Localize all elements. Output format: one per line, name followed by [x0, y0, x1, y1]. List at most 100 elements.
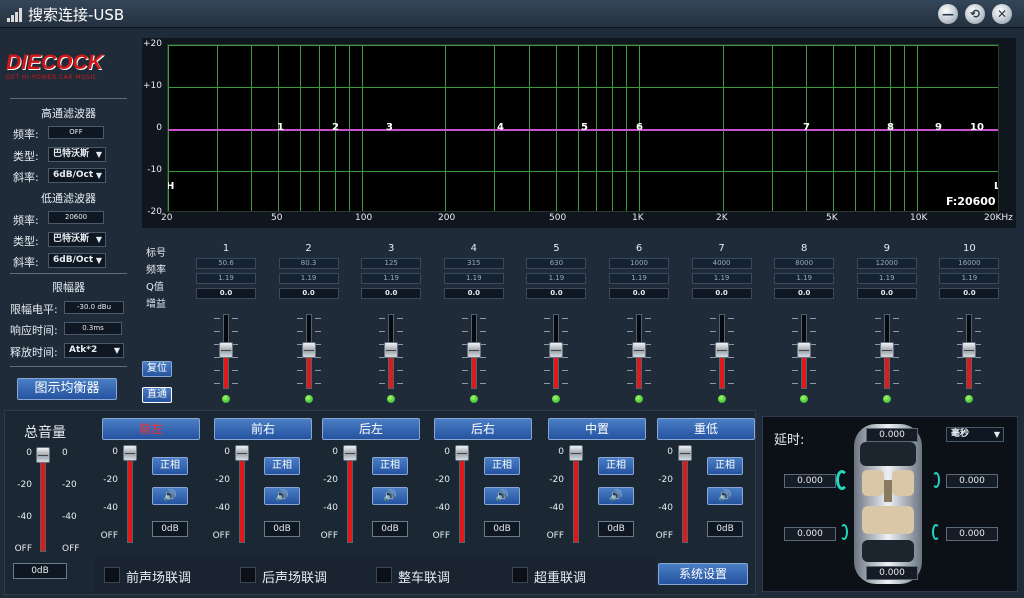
- output-channel-2-button[interactable]: 后左: [322, 418, 420, 440]
- eq-band-gain-field[interactable]: 0.0: [774, 288, 835, 299]
- eq-slider-knob[interactable]: [714, 342, 729, 358]
- phase-button[interactable]: 正相: [264, 457, 300, 475]
- output-volume-knob[interactable]: [455, 445, 469, 461]
- output-volume-knob[interactable]: [569, 445, 583, 461]
- output-volume-knob[interactable]: [123, 445, 137, 461]
- eq-point-marker[interactable]: 7: [803, 122, 810, 133]
- output-volume-slider[interactable]: [459, 447, 465, 543]
- lowpass-slope-select[interactable]: 6dB/Oct ▼: [48, 253, 106, 268]
- output-volume-slider[interactable]: [682, 447, 688, 543]
- master-volume-knob[interactable]: [36, 447, 50, 463]
- rear-left-speaker-icon[interactable]: [840, 524, 848, 540]
- output-volume-slider[interactable]: [239, 447, 245, 543]
- eq-slider-knob[interactable]: [384, 342, 399, 358]
- link-checkbox[interactable]: [240, 567, 256, 583]
- eq-band-freq-field[interactable]: 80.3: [278, 258, 339, 269]
- limiter-attack-field[interactable]: 0.3ms: [64, 322, 122, 335]
- eq-band-gain-field[interactable]: 0.0: [443, 288, 504, 299]
- mute-speaker-icon[interactable]: 🔊: [484, 487, 520, 505]
- eq-slider-knob[interactable]: [797, 342, 812, 358]
- output-volume-slider[interactable]: [347, 447, 353, 543]
- output-channel-3-button[interactable]: 后右: [434, 418, 532, 440]
- lowpass-freq-field[interactable]: 20600: [48, 211, 104, 224]
- lowpass-type-select[interactable]: 巴特沃斯 ▼: [48, 232, 106, 247]
- phase-button[interactable]: 正相: [484, 457, 520, 475]
- eq-band-q-field[interactable]: 1.19: [361, 273, 422, 284]
- eq-slider-knob[interactable]: [301, 342, 316, 358]
- eq-band-q-field[interactable]: 1.19: [774, 273, 835, 284]
- eq-band-freq-field[interactable]: 12000: [856, 258, 917, 269]
- output-volume-knob[interactable]: [235, 445, 249, 461]
- output-channel-1-button[interactable]: 前右: [214, 418, 312, 440]
- phase-button[interactable]: 正相: [152, 457, 188, 475]
- eq-point-marker[interactable]: 3: [386, 122, 393, 133]
- output-channel-5-button[interactable]: 重低: [657, 418, 755, 440]
- eq-band-freq-field[interactable]: 50.6: [196, 258, 256, 269]
- eq-point-marker[interactable]: 5: [581, 122, 588, 133]
- eq-point-marker[interactable]: 4: [497, 122, 504, 133]
- mute-speaker-icon[interactable]: 🔊: [598, 487, 634, 505]
- delay-bottom-field[interactable]: 0.000: [866, 566, 918, 580]
- eq-band-q-field[interactable]: 1.19: [856, 273, 917, 284]
- output-volume-slider[interactable]: [573, 447, 579, 543]
- eq-band-q-field[interactable]: 1.19: [609, 273, 669, 284]
- delay-top-field[interactable]: 0.000: [866, 428, 918, 442]
- rear-right-speaker-icon[interactable]: [932, 524, 940, 540]
- output-channel-4-button[interactable]: 中置: [548, 418, 646, 440]
- mute-speaker-icon[interactable]: 🔊: [372, 487, 408, 505]
- delay-rear-left-field[interactable]: 0.000: [784, 527, 836, 541]
- eq-band-freq-field[interactable]: 315: [443, 258, 504, 269]
- eq-slider-knob[interactable]: [962, 342, 977, 358]
- eq-band-gain-field[interactable]: 0.0: [526, 288, 587, 299]
- graphic-eq-button[interactable]: 图示均衡器: [17, 378, 117, 400]
- eq-reset-button[interactable]: 复位: [142, 361, 172, 377]
- link-checkbox[interactable]: [512, 567, 528, 583]
- refresh-button[interactable]: ⟲: [965, 4, 985, 24]
- mute-speaker-icon[interactable]: 🔊: [264, 487, 300, 505]
- eq-slider-knob[interactable]: [219, 342, 233, 358]
- delay-rear-right-field[interactable]: 0.000: [946, 527, 998, 541]
- highpass-slope-select[interactable]: 6dB/Oct ▼: [48, 168, 106, 183]
- output-channel-0-button[interactable]: 前左: [102, 418, 200, 440]
- eq-band-gain-field[interactable]: 0.0: [361, 288, 422, 299]
- link-checkbox[interactable]: [376, 567, 392, 583]
- eq-point-marker[interactable]: 8: [887, 122, 894, 133]
- eq-bypass-button[interactable]: 直通: [142, 387, 172, 403]
- eq-band-gain-field[interactable]: 0.0: [609, 288, 669, 299]
- eq-point-marker[interactable]: 2: [332, 122, 339, 133]
- eq-slider-knob[interactable]: [879, 342, 894, 358]
- eq-band-gain-field[interactable]: 0.0: [939, 288, 1000, 299]
- front-right-speaker-icon[interactable]: [932, 472, 940, 488]
- close-button[interactable]: ✕: [992, 4, 1012, 24]
- delay-front-right-field[interactable]: 0.000: [946, 474, 998, 488]
- mute-speaker-icon[interactable]: 🔊: [152, 487, 188, 505]
- eq-point-marker[interactable]: 6: [636, 122, 643, 133]
- minimize-button[interactable]: —: [938, 4, 958, 24]
- eq-plot[interactable]: 1 2 3 4 5 6 7 8 9 10 H L F:20600: [167, 44, 999, 212]
- eq-band-freq-field[interactable]: 630: [526, 258, 587, 269]
- eq-band-freq-field[interactable]: 125: [361, 258, 422, 269]
- link-checkbox[interactable]: [104, 567, 120, 583]
- eq-band-freq-field[interactable]: 4000: [691, 258, 752, 269]
- highpass-freq-field[interactable]: OFF: [48, 126, 104, 139]
- eq-slider-knob[interactable]: [632, 342, 646, 358]
- eq-band-freq-field[interactable]: 16000: [939, 258, 1000, 269]
- phase-button[interactable]: 正相: [598, 457, 634, 475]
- output-volume-knob[interactable]: [343, 445, 357, 461]
- limiter-release-select[interactable]: Atk*2 ▼: [64, 343, 124, 358]
- system-settings-button[interactable]: 系统设置: [658, 563, 748, 585]
- eq-point-marker[interactable]: 10: [970, 122, 984, 133]
- eq-band-q-field[interactable]: 1.19: [278, 273, 339, 284]
- eq-point-marker[interactable]: 9: [935, 122, 942, 133]
- output-volume-slider[interactable]: [127, 447, 133, 543]
- phase-button[interactable]: 正相: [707, 457, 743, 475]
- eq-band-q-field[interactable]: 1.19: [691, 273, 752, 284]
- phase-button[interactable]: 正相: [372, 457, 408, 475]
- front-left-speaker-icon[interactable]: [836, 470, 848, 490]
- eq-band-gain-field[interactable]: 0.0: [196, 288, 256, 299]
- eq-band-q-field[interactable]: 1.19: [526, 273, 587, 284]
- eq-point-marker[interactable]: 1: [277, 122, 284, 133]
- delay-front-left-field[interactable]: 0.000: [784, 474, 836, 488]
- eq-band-q-field[interactable]: 1.19: [939, 273, 1000, 284]
- limiter-level-field[interactable]: -30.0 dBu: [64, 301, 124, 314]
